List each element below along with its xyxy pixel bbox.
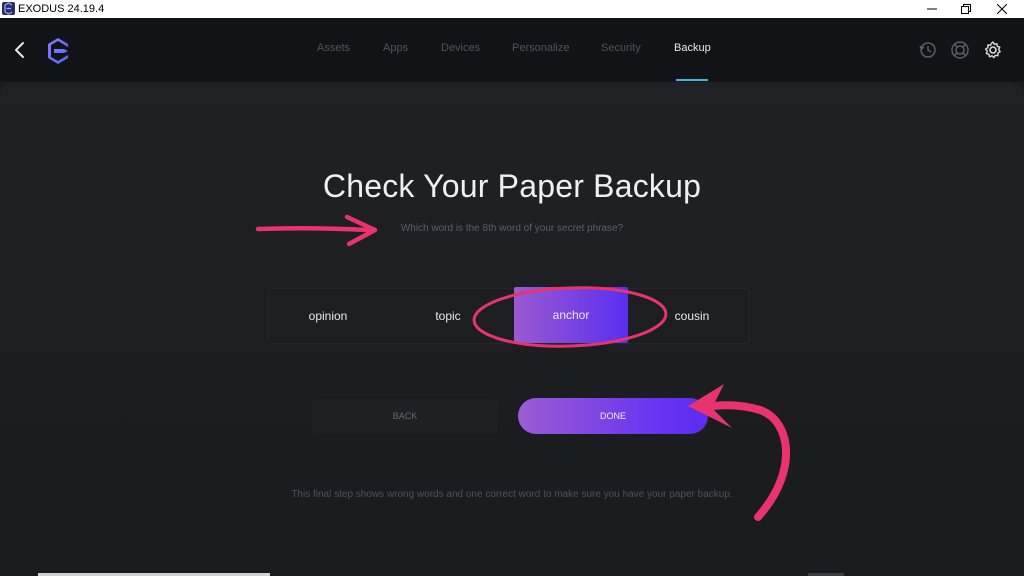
settings-gear-icon[interactable]	[983, 40, 1003, 60]
back-chevron-icon[interactable]	[10, 38, 30, 62]
minimize-button[interactable]	[914, 0, 950, 18]
exodus-logo[interactable]	[42, 35, 74, 67]
back-button[interactable]: BACK	[312, 399, 498, 433]
tab-backup[interactable]: Backup	[674, 42, 711, 54]
active-tab-indicator	[676, 79, 708, 81]
tab-security[interactable]: Security	[601, 42, 641, 54]
word-option-selected[interactable]: anchor	[514, 287, 628, 343]
word-option[interactable]: cousin	[635, 289, 749, 343]
done-button[interactable]: DONE	[518, 398, 708, 434]
close-window-button[interactable]	[984, 0, 1020, 18]
tab-apps[interactable]: Apps	[383, 42, 408, 54]
window-title: EXODUS 24.19.4	[18, 3, 105, 15]
tab-assets[interactable]: Assets	[317, 42, 350, 54]
window-titlebar: EXODUS 24.19.4	[0, 0, 1024, 18]
support-lifebuoy-icon[interactable]	[950, 40, 970, 60]
tab-personalize[interactable]: Personalize	[512, 42, 569, 54]
word-option[interactable]: topic	[391, 289, 505, 343]
page-title: Check Your Paper Backup	[322, 168, 702, 204]
word-option[interactable]: opinion	[271, 289, 385, 343]
tab-devices[interactable]: Devices	[441, 42, 480, 54]
verification-question: Which word is the 8th word of your secre…	[400, 223, 624, 234]
restore-button[interactable]	[948, 0, 984, 18]
help-note: This final step shows wrong words and on…	[291, 489, 733, 500]
history-icon[interactable]	[918, 40, 938, 60]
word-choice-group: opinion topic anchor cousin	[268, 287, 750, 344]
exodus-app-icon	[2, 2, 15, 15]
app-navbar: Assets Apps Devices Personalize Security…	[0, 18, 1024, 82]
